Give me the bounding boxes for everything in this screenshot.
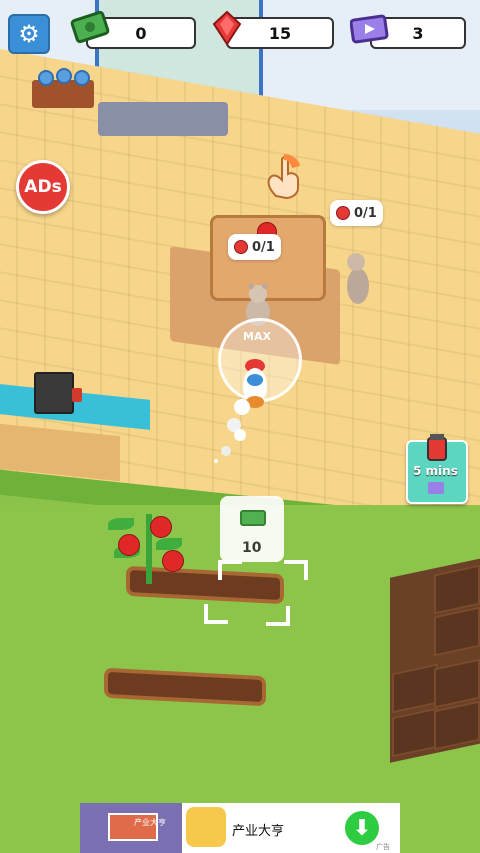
- selection-bracket: [284, 560, 308, 580]
- money-pickup[interactable]: 10: [220, 496, 284, 562]
- game-scene: 0/1 0/1 MAX ADs 5 mins 15: [0, 0, 480, 853]
- video-ticket-icon: [428, 482, 444, 494]
- selection-bracket: [218, 560, 242, 580]
- cash-register[interactable]: [34, 372, 74, 414]
- tomato-icon: [118, 534, 140, 556]
- speed-boost-button[interactable]: 5 mins: [406, 434, 468, 504]
- tomato-icon: [150, 516, 172, 538]
- ad-app-name[interactable]: 产业大亨: [232, 820, 284, 839]
- customer-character: [343, 250, 373, 310]
- tomato-plant[interactable]: [104, 498, 194, 588]
- order-bubble-counter: 0/1: [228, 234, 281, 260]
- cash-icon: [70, 10, 110, 46]
- flower-planter: [32, 68, 94, 108]
- ads-label: ADs: [24, 177, 62, 197]
- ruby-icon: [212, 10, 242, 46]
- selection-bracket: [266, 606, 290, 626]
- ad-thumbnail[interactable]: 产业大亨: [80, 803, 182, 853]
- order-bubble-customer: 0/1: [330, 200, 383, 226]
- tomato-icon: [162, 550, 184, 572]
- order-count: 0/1: [354, 205, 377, 221]
- ticket-value: 3: [412, 23, 424, 43]
- settings-button[interactable]: ⚙: [8, 14, 50, 54]
- gear-icon: ⚙: [18, 20, 40, 48]
- boost-duration: 5 mins: [413, 464, 458, 478]
- cash-value: 0: [135, 23, 147, 43]
- selection-bracket: [204, 604, 228, 624]
- tomato-icon: [336, 206, 350, 220]
- ad-app-icon[interactable]: [186, 807, 226, 847]
- order-count: 0/1: [252, 239, 275, 255]
- juice-boost-icon: [424, 432, 450, 462]
- entrance-rug: [98, 102, 228, 136]
- gem-counter: 15: [226, 17, 334, 49]
- download-arrow-icon: ⬇: [352, 815, 372, 841]
- video-ticket-icon: [349, 14, 390, 44]
- ad-badge: 广告: [376, 843, 390, 851]
- max-label: MAX: [243, 330, 271, 343]
- cash-icon: [240, 510, 266, 526]
- ad-thumb-text: 产业大亨: [134, 818, 166, 827]
- desk-cup: [72, 388, 82, 402]
- gem-value: 15: [268, 23, 292, 43]
- soil-grid[interactable]: [390, 552, 480, 763]
- money-amount: 10: [242, 540, 262, 556]
- dust-trail: [212, 395, 260, 465]
- ads-button[interactable]: ADs: [16, 160, 70, 214]
- download-button[interactable]: ⬇: [345, 811, 379, 845]
- tomato-icon: [234, 240, 248, 254]
- tap-hand-icon: [262, 152, 308, 202]
